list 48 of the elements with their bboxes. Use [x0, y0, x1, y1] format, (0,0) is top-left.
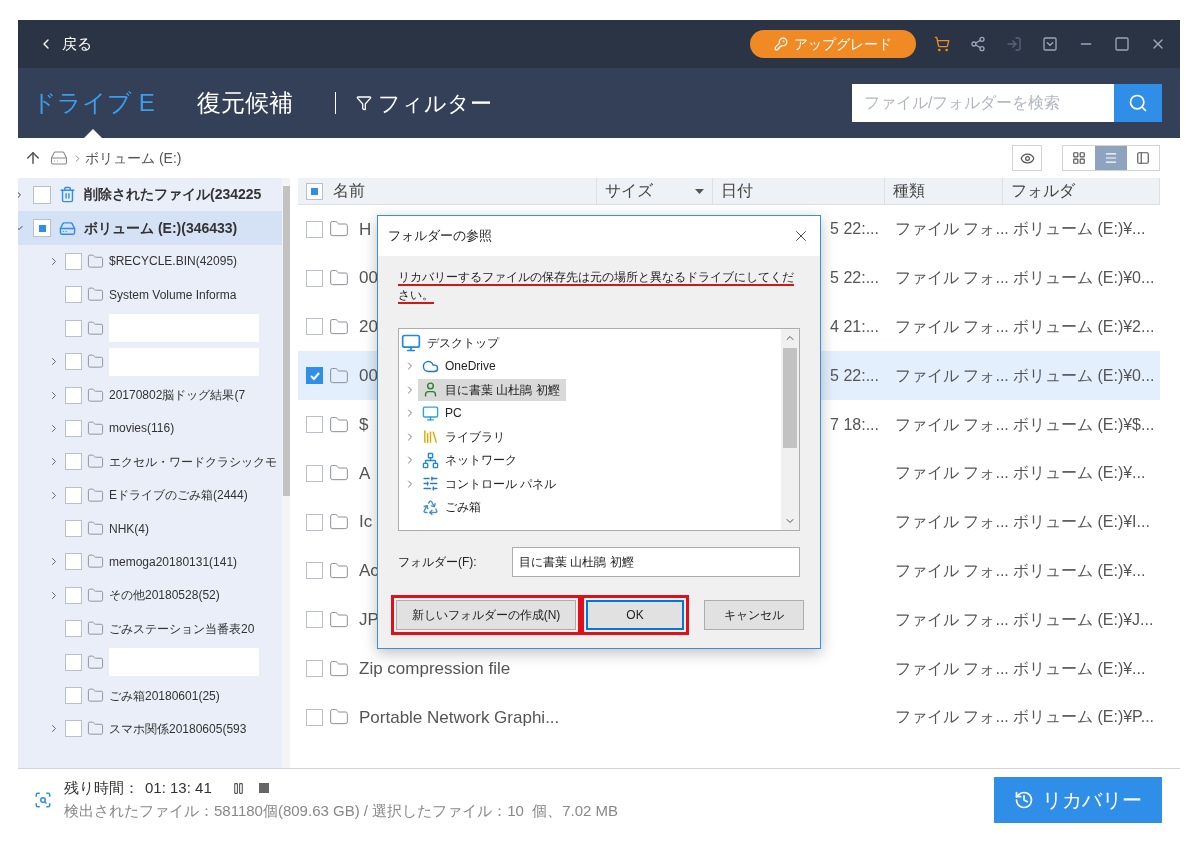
- file-name: Portable Network Graphi...: [359, 706, 560, 729]
- folder-cell: ボリューム (E:)¥0...: [1013, 366, 1155, 384]
- type-cell: ファイル フォ...: [895, 610, 1009, 628]
- type-cell: ファイル フォ...: [895, 464, 1009, 482]
- dialog-message: リカバリーするファイルの保存先は元の場所と異なるドライブにしてください。: [398, 269, 795, 304]
- file-name: Zip compression file: [359, 657, 511, 680]
- column-title: 日付: [721, 181, 753, 201]
- type-cell: ファイル フォ...: [895, 318, 1009, 335]
- folder-cell: ボリューム (E:)¥...: [1013, 659, 1146, 677]
- date-cell-text: 5 22:...: [830, 219, 879, 240]
- file-name: Ic: [359, 511, 373, 534]
- column-title: サイズ: [605, 181, 653, 201]
- type-cell: ファイル フォ...: [895, 513, 1009, 531]
- folder-cell: ボリューム (E:)¥P...: [1013, 708, 1155, 726]
- scan-summary: 検出されたファイル：581180個(809.63 GB) / 選択したファイル：10 個、7.02 MB: [64, 800, 619, 821]
- type-cell: ファイル フォ...: [895, 366, 1009, 384]
- folder-label: フォルダー(F):: [398, 554, 478, 571]
- remaining-time: 01: 13: 41: [145, 778, 212, 798]
- folder-cell: ボリューム (E:)¥I...: [1013, 513, 1150, 531]
- column-title: フォルダ: [1011, 181, 1075, 201]
- type-cell: ファイル フォ...: [895, 659, 1009, 677]
- folder-cell: ボリューム (E:)¥J...: [1013, 610, 1154, 628]
- folder-cell: ボリューム (E:)¥...: [1013, 220, 1146, 238]
- file-name: 00: [359, 267, 378, 290]
- file-name: JP: [359, 609, 379, 631]
- date-cell-text: 4 21:...: [830, 317, 879, 337]
- file-name: 20: [359, 316, 378, 339]
- file-name: A: [359, 462, 371, 485]
- type-cell: ファイル フォ...: [895, 220, 1009, 238]
- file-name: 00: [359, 365, 378, 388]
- date-cell-text: 5 22:...: [830, 365, 879, 386]
- date-cell-text: 5 22:...: [830, 268, 879, 289]
- type-cell: ファイル フォ...: [895, 561, 1009, 579]
- file-name: H: [359, 218, 372, 241]
- file-name: $: [359, 413, 369, 436]
- folder-cell: ボリューム (E:)¥...: [1013, 464, 1146, 482]
- folder-cell: ボリューム (E:)¥$...: [1013, 415, 1155, 433]
- folder-cell: ボリューム (E:)¥2...: [1013, 318, 1155, 335]
- type-cell: ファイル フォ...: [895, 269, 1009, 287]
- folder-cell: ボリューム (E:)¥...: [1013, 561, 1146, 579]
- date-cell-text: 7 18:...: [830, 414, 879, 435]
- remaining-label: 残り時間：: [64, 778, 139, 798]
- column-title: 種類: [893, 181, 925, 201]
- type-cell: ファイル フォ...: [895, 708, 1009, 726]
- column-title: 名前: [333, 181, 365, 201]
- folder-cell: ボリューム (E:)¥0...: [1013, 269, 1155, 287]
- type-cell: ファイル フォ...: [895, 415, 1009, 433]
- dialog-title: フォルダーの参照: [388, 227, 492, 246]
